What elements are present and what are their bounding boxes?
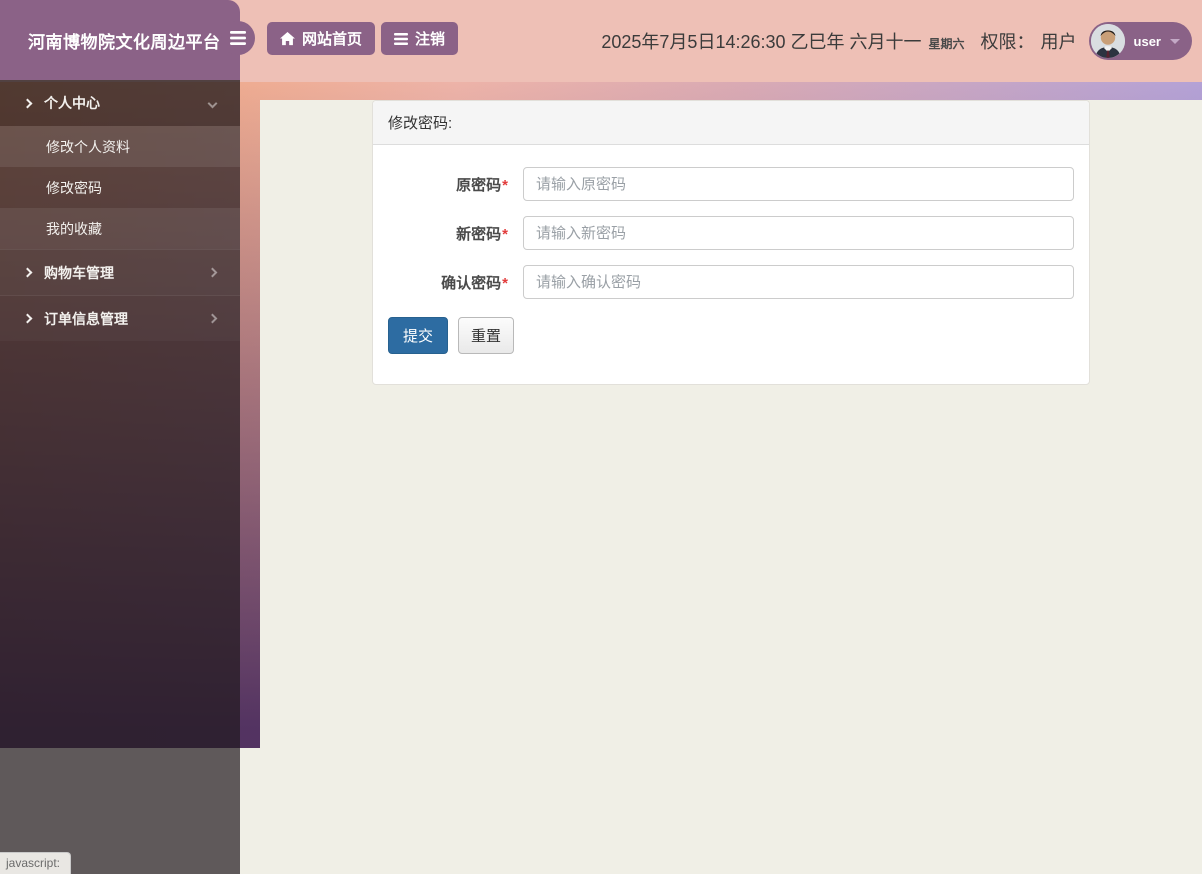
sidebar-item-label: 我的收藏 (46, 220, 102, 237)
avatar-photo (1090, 24, 1125, 58)
page: 2025年7月5日14:26:30 乙巳年 六月十一 星期六 权限：用户 us (0, 0, 1202, 874)
sidebar-item-personal-center[interactable]: 个人中心 (0, 80, 240, 126)
sidebar-toggle-button[interactable] (221, 21, 255, 55)
main-content: 修改密码: 原密码* 新密码* 确认密码* (260, 100, 1202, 874)
brand-title: 河南博物院文化周边平台 (0, 0, 240, 80)
required-mark: * (502, 225, 508, 243)
confirm-password-input[interactable] (523, 265, 1074, 299)
panel-title: 修改密码: (373, 101, 1089, 145)
list-icon (394, 32, 408, 45)
submit-button[interactable]: 提交 (388, 317, 449, 354)
sidebar: 个人中心 修改个人资料 修改密码 我的收藏 购物车管理 订单信息管理 (0, 80, 240, 874)
role-text: 权限： 用户 (981, 28, 1077, 54)
menu-icon (230, 31, 246, 45)
sidebar-item-label: 修改个人资料 (46, 138, 130, 155)
logout-button[interactable]: 注销 (381, 22, 459, 55)
chevron-right-icon (22, 267, 33, 278)
chevron-down-icon (207, 98, 218, 108)
new-password-label: 新密码* (388, 223, 508, 244)
app-title: 河南博物院文化周边平台 (28, 32, 221, 52)
chevron-right-icon (22, 98, 33, 108)
user-avatar (1090, 24, 1125, 58)
old-password-input[interactable] (523, 167, 1074, 201)
sidebar-item-cart-management[interactable]: 购物车管理 (0, 249, 240, 295)
sidebar-item-change-password[interactable]: 修改密码 (0, 167, 240, 208)
old-password-label: 原密码* (388, 174, 508, 195)
sidebar-item-label: 订单信息管理 (44, 310, 128, 327)
weekday-text: 星期六 (928, 37, 965, 51)
form-buttons: 提交 重置 (388, 317, 1074, 354)
sidebar-item-my-favorites[interactable]: 我的收藏 (0, 208, 240, 249)
user-menu[interactable]: user (1088, 22, 1192, 60)
label-text: 确认密码 (441, 274, 502, 292)
home-button-label: 网站首页 (302, 31, 363, 48)
reset-button[interactable]: 重置 (458, 317, 515, 354)
chevron-right-icon (22, 313, 33, 324)
form-row-new-password: 新密码* (388, 216, 1074, 250)
form-row-old-password: 原密码* (388, 167, 1074, 201)
sidebar-item-label: 购物车管理 (44, 264, 114, 281)
home-icon (280, 31, 295, 45)
home-button[interactable]: 网站首页 (267, 22, 376, 55)
sidebar-item-label: 修改密码 (46, 179, 102, 196)
caret-down-icon (1170, 38, 1180, 44)
label-text: 新密码 (456, 225, 502, 243)
change-password-panel: 修改密码: 原密码* 新密码* 确认密码* (372, 100, 1090, 385)
header-info: 2025年7月5日14:26:30 乙巳年 六月十一 星期六 权限：用户 us (601, 0, 1192, 82)
sidebar-item-order-management[interactable]: 订单信息管理 (0, 295, 240, 341)
required-mark: * (502, 176, 508, 194)
role-value: 用户 (1040, 32, 1077, 52)
status-bar-link-preview: javascript: (0, 852, 72, 874)
required-mark: * (502, 274, 508, 292)
form-row-confirm-password: 确认密码* (388, 265, 1074, 299)
username-label: user (1133, 33, 1161, 49)
new-password-input[interactable] (523, 216, 1074, 250)
sidebar-item-label: 个人中心 (44, 95, 100, 111)
role-label: 权限： (980, 32, 1035, 52)
chevron-right-icon (207, 313, 218, 324)
chevron-right-icon (207, 267, 218, 278)
sidebar-item-edit-profile[interactable]: 修改个人资料 (0, 126, 240, 167)
confirm-password-label: 确认密码* (388, 272, 508, 293)
datetime-text: 2025年7月5日14:26:30 乙巳年 六月十一 (601, 32, 922, 52)
panel-body: 原密码* 新密码* 确认密码* 提交 (373, 145, 1089, 384)
logout-button-label: 注销 (415, 31, 446, 48)
label-text: 原密码 (456, 176, 502, 194)
